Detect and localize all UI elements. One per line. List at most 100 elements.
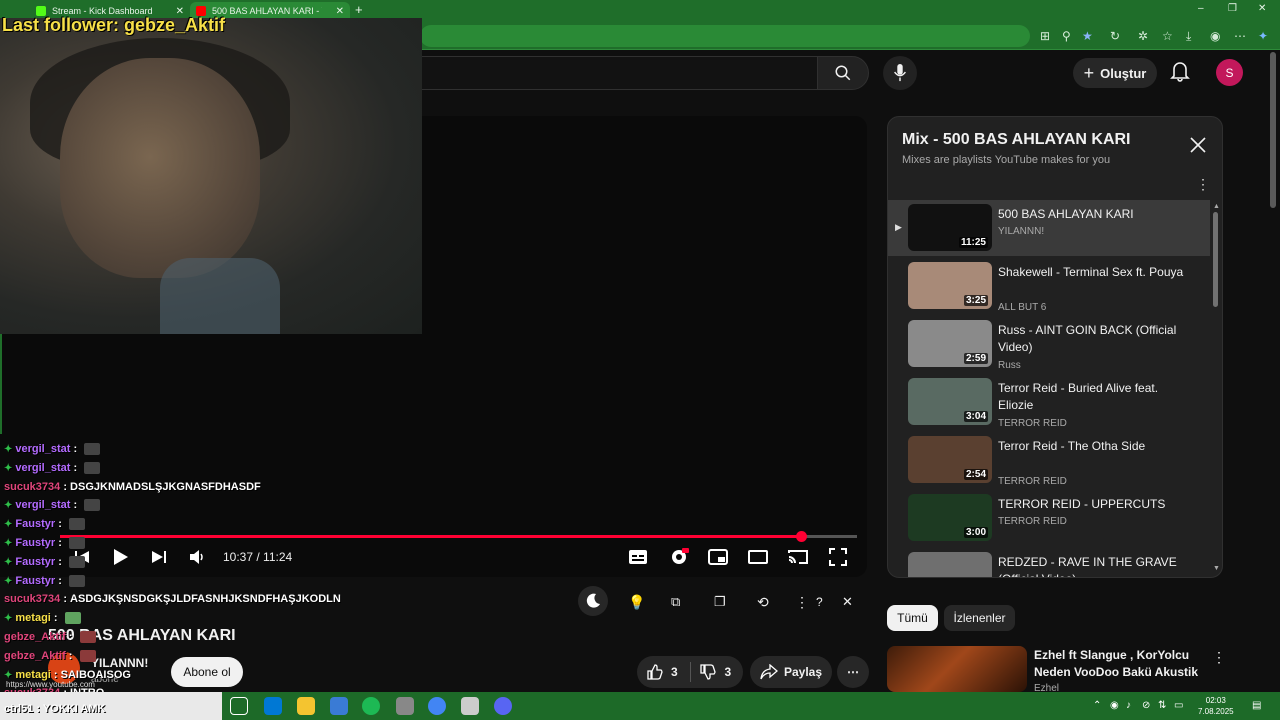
maximize-icon[interactable]: ❐ [1228, 3, 1237, 14]
notifications-button[interactable] [1170, 60, 1190, 87]
next-button[interactable] [151, 547, 167, 567]
favorites-icon[interactable]: ☆ [1162, 29, 1173, 43]
playlist-item[interactable]: 2:59 Russ - AINT GOIN BACK (Official Vide… [888, 316, 1210, 372]
create-button[interactable]: + Oluştur [1073, 58, 1157, 88]
close-tab-icon[interactable]: ✕ [336, 6, 344, 17]
extensions-icon[interactable]: ✲ [1138, 29, 1148, 43]
cast-button[interactable] [787, 547, 809, 567]
channel-name[interactable]: YILANNN! [91, 656, 148, 670]
lightbulb-icon[interactable]: 💡 [628, 590, 645, 614]
search-input[interactable] [422, 56, 818, 90]
share-button[interactable]: Paylaş [750, 656, 832, 688]
voice-search-button[interactable] [883, 56, 917, 90]
calculator-icon[interactable] [396, 697, 414, 715]
subscribe-button[interactable]: Abone ol [171, 657, 243, 687]
chat-overlay-last-line: ctrl51 : YOKKI AMK [4, 703, 106, 715]
tray-shield-icon[interactable]: ⊘ [1142, 700, 1150, 711]
clock-time: 02:03 [1205, 696, 1226, 705]
refresh-extension-icon[interactable]: ↻ [1110, 29, 1120, 43]
file-explorer-icon[interactable] [297, 697, 315, 715]
notifications-icon[interactable]: ▤ [1252, 700, 1261, 711]
playlist-item-thumbnail[interactable]: 3:25 [908, 262, 992, 309]
picture-in-picture-icon[interactable]: ⧉ [671, 590, 680, 614]
copy-icon[interactable]: ❐ [714, 590, 726, 614]
new-tab-button[interactable]: + [355, 2, 363, 17]
tray-network-icon[interactable]: ⇅ [1158, 700, 1166, 711]
chat-badge-icon: ✦ [4, 518, 13, 530]
close-window-icon[interactable]: ✕ [1258, 3, 1266, 14]
playlist-item-thumbnail[interactable]: 3:00 [908, 494, 992, 541]
playlist-scrollbar[interactable] [1213, 212, 1218, 307]
chat-emote-icon [68, 537, 85, 549]
install-app-icon[interactable]: ⊞ [1040, 29, 1050, 43]
downloads-icon[interactable]: ⤓ [1186, 29, 1191, 44]
menu-icon[interactable]: ⋯ [1234, 29, 1246, 43]
playlist-item-title: Terror Reid - The Otha Side [998, 439, 1146, 453]
playlist-title: Mix - 500 BAS AHLAYAN KARI [902, 131, 1131, 148]
system-clock[interactable]: 02:03 7.08.2025 [1198, 695, 1234, 717]
minimize-icon[interactable]: – [1198, 3, 1204, 14]
account-avatar[interactable]: S [1216, 59, 1243, 86]
playlist-menu-icon[interactable]: ⋮ [1196, 176, 1210, 193]
playlist-item[interactable]: 2:26 REDZED - RAVE IN THE GRAVE (Official… [888, 548, 1210, 577]
subtitles-button[interactable] [628, 547, 648, 567]
playlist-item[interactable]: 2:54 Terror Reid - The Otha Side TERROR RE… [888, 432, 1210, 488]
playlist-item-thumbnail[interactable]: 2:59 [908, 320, 992, 367]
playlist-item[interactable]: 3:25 Shakewell - Terminal Sex ft. Pouya AL… [888, 258, 1210, 314]
thumbs-up-icon [647, 664, 663, 680]
bookmark-star-icon[interactable]: ★ [1082, 29, 1093, 43]
progress-bar[interactable] [60, 531, 857, 542]
recommendation-title[interactable]: Ezhel ft Slangue , KorYolcu Neden VooDoo… [1034, 647, 1204, 681]
obs-icon[interactable] [461, 697, 479, 715]
settings-button[interactable] [669, 547, 689, 567]
explorer-thumb-icon[interactable] [230, 697, 248, 715]
progress-fill [60, 535, 801, 538]
search-button[interactable] [817, 56, 869, 90]
more-actions-button[interactable]: ⋯ [837, 656, 869, 688]
ambient-mode-button[interactable] [578, 586, 608, 616]
chat-separator: : [70, 499, 81, 511]
more-options-icon[interactable]: ⋮ [795, 590, 809, 614]
tray-chevron-icon[interactable]: ⌃ [1093, 700, 1101, 711]
theater-mode-button[interactable] [748, 547, 768, 567]
help-icon[interactable]: ? [816, 590, 823, 614]
page-scrollbar[interactable] [1270, 52, 1276, 208]
playlist-item[interactable]: 3:04 Terror Reid - Buried Alive feat. Eli… [888, 374, 1210, 430]
playlist-item-thumbnail[interactable]: 11:25 [908, 204, 992, 251]
edge-icon[interactable] [264, 697, 282, 715]
zoom-icon[interactable]: ⚲ [1062, 29, 1071, 43]
recommendation-menu-icon[interactable]: ⋮ [1212, 649, 1226, 666]
close-icon[interactable]: ✕ [842, 590, 853, 614]
overlay-edge [0, 334, 2, 434]
volume-button[interactable] [189, 547, 205, 567]
copilot-icon[interactable]: ✦ [1258, 29, 1268, 43]
playlist-item[interactable]: ▶ 11:25 500 BAS AHLAYAN KARI YILANNN! [888, 200, 1210, 256]
scroll-down-icon[interactable]: ▼ [1213, 565, 1220, 572]
chip-watched[interactable]: İzlenenler [944, 605, 1015, 631]
tray-battery-icon[interactable]: ▭ [1174, 700, 1183, 711]
discord-icon[interactable] [494, 697, 512, 715]
chip-all[interactable]: Tümü [887, 605, 938, 631]
spotify-icon[interactable] [362, 697, 380, 715]
tray-mic-icon[interactable]: ♪ [1126, 700, 1131, 711]
play-button[interactable] [111, 547, 129, 567]
close-playlist-button[interactable] [1190, 137, 1206, 158]
playlist-item[interactable]: 3:00 TERROR REID - UPPERCUTS TERROR REID [888, 490, 1210, 546]
playlist-item-thumbnail[interactable]: 2:26 [908, 552, 992, 577]
tray-app-icon[interactable]: ◉ [1110, 700, 1119, 711]
fullscreen-button[interactable] [829, 547, 847, 567]
playlist-item-thumbnail[interactable]: 2:54 [908, 436, 992, 483]
playlist-item-thumbnail[interactable]: 3:04 [908, 378, 992, 425]
loop-icon[interactable]: ⟲ [757, 590, 769, 614]
like-button[interactable]: 3 [637, 664, 690, 680]
miniplayer-button[interactable] [708, 547, 728, 567]
profile-icon[interactable]: ◉ [1210, 29, 1220, 43]
recommendation-thumbnail[interactable] [887, 646, 1027, 692]
scroll-up-icon[interactable]: ▲ [1213, 203, 1220, 210]
progress-scrubber[interactable] [796, 531, 807, 542]
address-bar[interactable] [420, 25, 1030, 47]
chrome-icon[interactable] [428, 697, 446, 715]
mail-icon[interactable] [330, 697, 348, 715]
close-icon [1190, 137, 1206, 153]
dislike-button[interactable]: 3 [690, 664, 743, 680]
